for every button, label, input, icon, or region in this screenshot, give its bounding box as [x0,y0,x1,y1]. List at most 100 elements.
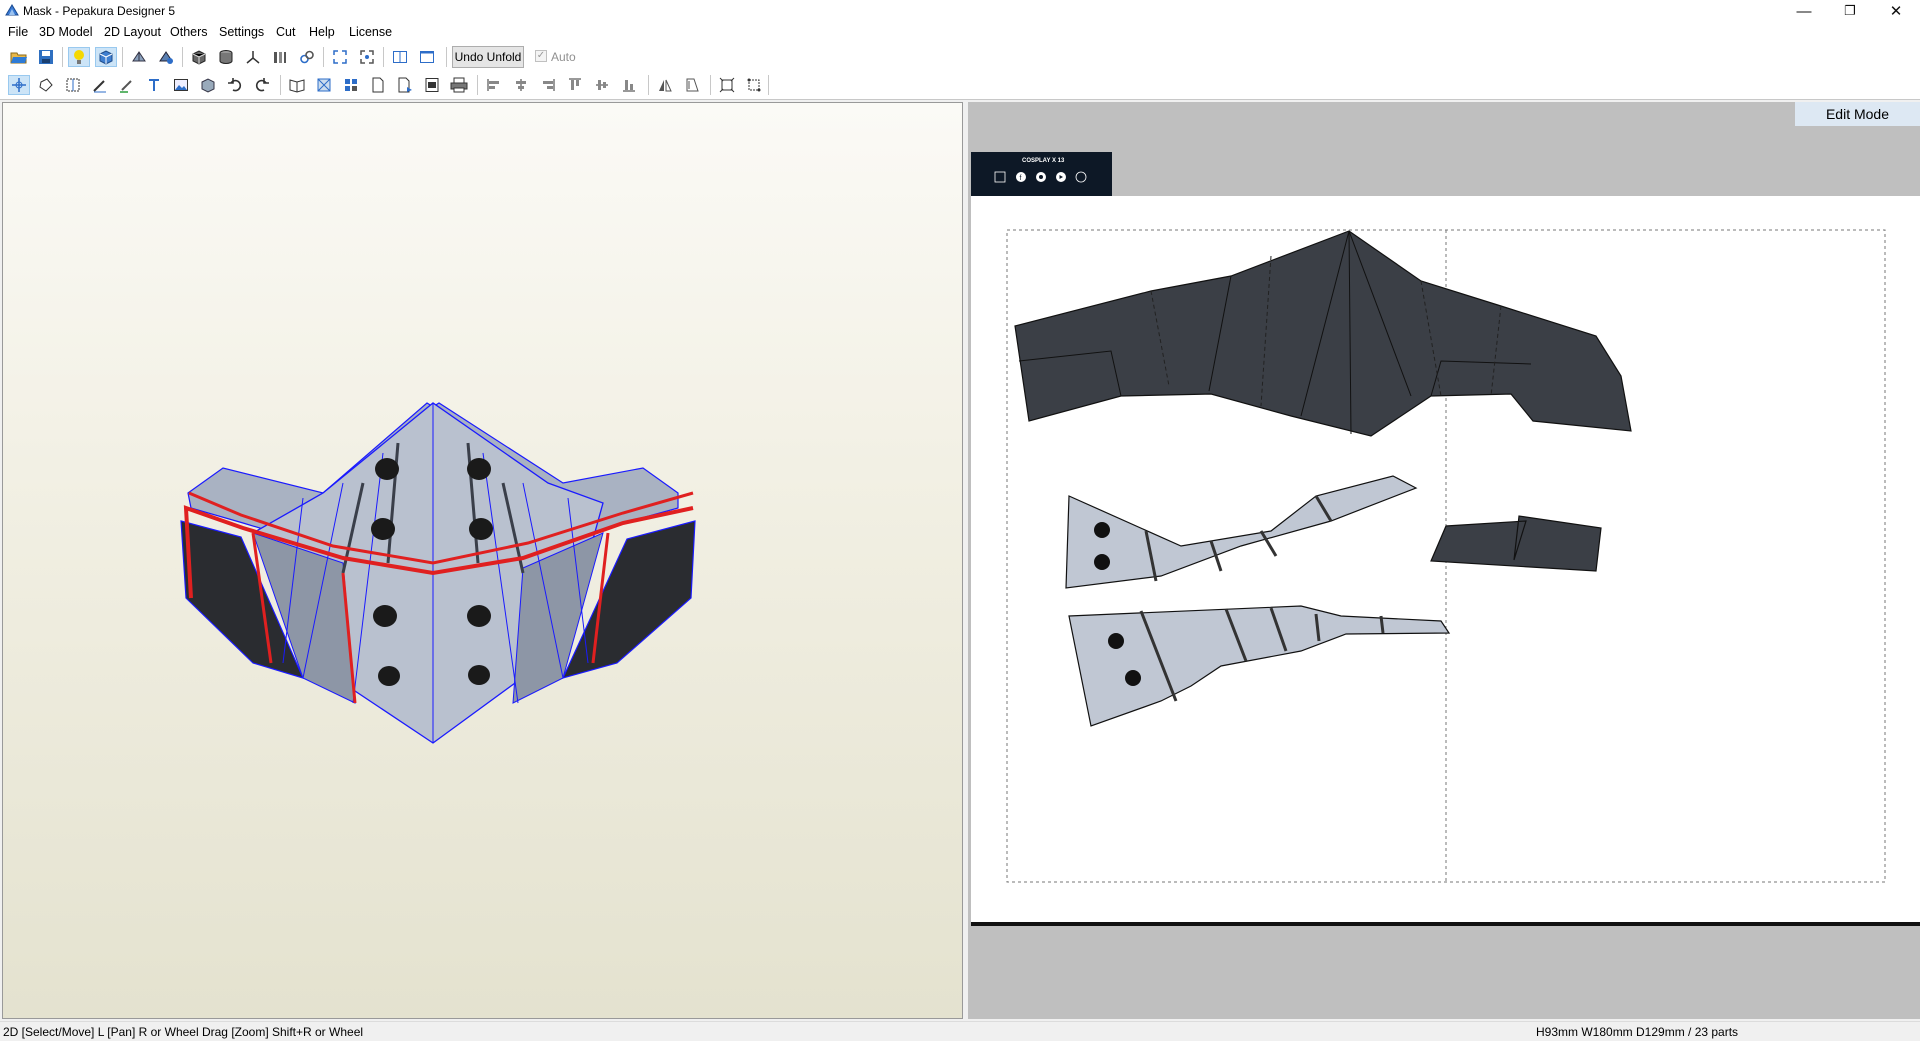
status-bar: 2D [Select/Move] L [Pan] R or Wheel Drag… [0,1021,1920,1041]
align-top-button[interactable] [564,75,586,95]
redo-button[interactable] [251,75,273,95]
page-image-icon [425,78,439,92]
auto-checkbox[interactable]: ✓ [535,50,547,62]
pencil-edge-icon [93,80,106,93]
3d-model-view[interactable] [2,102,963,1019]
cylinder-button[interactable] [215,47,237,67]
text-tool[interactable] [143,75,165,95]
restore-icon: ❐ [1844,3,1856,18]
light-toggle-button[interactable] [68,47,90,67]
book-icon [289,79,305,93]
menu-bar: File 3D Model 2D Layout Others Settings … [0,22,1920,43]
unfold-button[interactable] [128,47,150,67]
menu-3d-model[interactable]: 3D Model [39,25,93,39]
undo-unfold-button[interactable]: Undo Unfold [452,46,524,68]
single-view-icon [420,51,434,63]
scale-bars-icon [274,52,286,63]
save-button[interactable] [35,47,57,67]
single-view-button[interactable] [416,47,438,67]
unfold-auto-icon [159,51,173,64]
paper-sheet [971,196,1920,926]
select-move-tool[interactable] [8,75,30,95]
split-view-icon [393,51,407,63]
align-bottom-icon [623,80,635,92]
print-button[interactable] [448,75,470,95]
auto-checkbox-label: Auto [551,50,576,64]
texture-cube-icon [99,50,113,65]
page-add-button[interactable] [394,75,416,95]
axis-icon [246,51,260,64]
open-button[interactable] [8,47,30,67]
pepakura-app-icon [5,4,19,16]
cylinder-icon [219,50,233,64]
save-disk-icon [39,50,53,64]
menu-help[interactable]: Help [309,25,335,39]
cube-part-tool[interactable] [197,75,219,95]
restore-button[interactable]: ❐ [1827,0,1873,22]
fit-selection-button[interactable] [356,47,378,67]
cube-icon [192,50,206,65]
axis-button[interactable] [242,47,264,67]
split-view-button[interactable] [389,47,411,67]
2d-layout-view[interactable]: Edit Mode COSPLAY X 13 f [968,102,1920,1019]
unfold-auto-button[interactable] [155,47,177,67]
menu-license[interactable]: License [349,25,392,39]
rotate-tool[interactable] [35,75,57,95]
fit-page-button[interactable] [716,75,738,95]
flip-horizontal-button[interactable] [654,75,676,95]
book-view-button[interactable] [286,75,308,95]
unfolded-parts-layout [1006,229,1886,883]
page-settings-button[interactable] [367,75,389,95]
select-move-icon [12,78,26,92]
window-title: Mask - Pepakura Designer 5 [23,4,176,18]
align-middle-button[interactable] [591,75,613,95]
menu-2d-layout[interactable]: 2D Layout [104,25,161,39]
menu-cut[interactable]: Cut [276,25,295,39]
flip-vertical-icon [686,78,699,92]
rotate-icon [39,78,53,92]
cube-button[interactable] [188,47,210,67]
align-center-button[interactable] [510,75,532,95]
scale-button[interactable] [269,47,291,67]
undo-icon [228,78,242,92]
minimize-button[interactable]: — [1781,0,1827,22]
menu-settings[interactable]: Settings [219,25,264,39]
part-cube-icon [201,78,215,93]
fit-view-button[interactable] [329,47,351,67]
arrange-parts-button[interactable] [313,75,335,95]
align-middle-icon [596,80,608,90]
edge-tool[interactable] [89,75,111,95]
folder-open-icon [10,52,27,64]
flap-tool[interactable] [116,75,138,95]
flip-horizontal-icon [659,79,672,92]
page-image-button[interactable] [421,75,443,95]
status-hint: 2D [Select/Move] L [Pan] R or Wheel Drag… [3,1025,364,1039]
fit-selection-icon [360,50,374,64]
menu-file[interactable]: File [8,25,28,39]
edit-mode-label[interactable]: Edit Mode [1795,102,1920,126]
align-left-icon [487,79,499,91]
title-bar: Mask - Pepakura Designer 5 — ❐ ✕ [0,0,1920,22]
align-right-icon [543,79,555,91]
page-add-icon [398,77,412,93]
close-button[interactable]: ✕ [1873,0,1919,22]
pencil-flap-icon [120,80,132,93]
text-t-icon [149,79,159,91]
menu-others[interactable]: Others [170,25,208,39]
image-tool[interactable] [170,75,192,95]
flip-vertical-button[interactable] [681,75,703,95]
page-icon [372,77,384,93]
join-tool[interactable] [62,75,84,95]
link-button[interactable] [296,47,318,67]
grid-layout-button[interactable] [340,75,362,95]
texture-toggle-button[interactable] [95,47,117,67]
social-icons: f [994,171,1087,183]
redo-icon [255,78,269,92]
snap-grid-button[interactable] [743,75,765,95]
status-dimensions: H93mm W180mm D129mm / 23 parts [1536,1025,1739,1039]
align-bottom-button[interactable] [618,75,640,95]
align-center-icon [516,79,526,91]
align-right-button[interactable] [537,75,559,95]
undo-button[interactable] [224,75,246,95]
align-left-button[interactable] [483,75,505,95]
